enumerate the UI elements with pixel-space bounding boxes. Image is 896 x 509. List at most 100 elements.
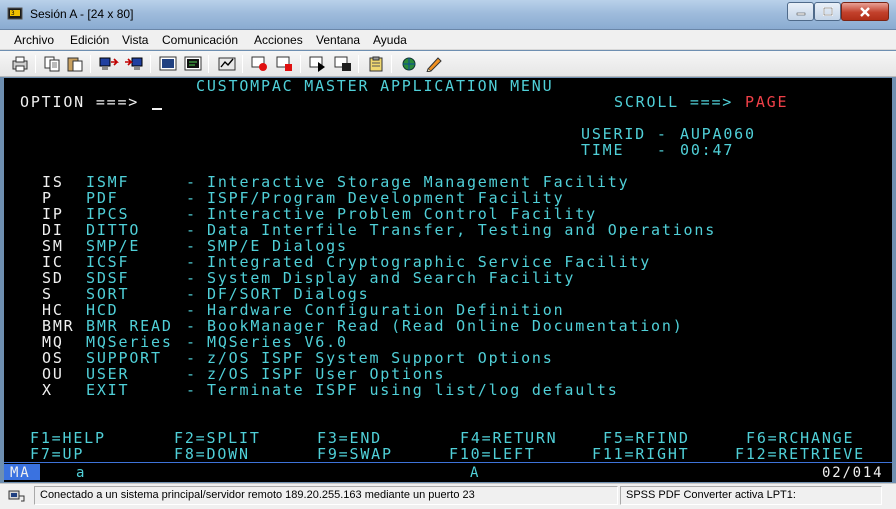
- clipboard-button[interactable]: [365, 54, 387, 74]
- menu-option-code: BMR: [42, 317, 75, 335]
- menu-option-name: SDSF: [86, 269, 130, 287]
- menu-option-separator: -: [186, 349, 197, 367]
- menu-option-description: SMP/E Dialogs: [207, 237, 348, 255]
- menu-option-name: SMP/E: [86, 237, 141, 255]
- menu-option-name: MQSeries: [86, 333, 173, 351]
- menu-option-description: MQSeries V6.0: [207, 333, 348, 351]
- close-button[interactable]: [841, 2, 889, 21]
- connection-icon: [8, 490, 25, 502]
- printer-status: SPSS PDF Converter activa LPT1:: [620, 486, 882, 505]
- menu-option-separator: -: [186, 365, 197, 383]
- menu-option-code: HC: [42, 301, 64, 319]
- menu-option-code: X: [42, 381, 53, 399]
- pf-key[interactable]: F6=RCHANGE: [746, 430, 854, 446]
- menu-edicion[interactable]: Edición: [70, 33, 109, 47]
- scroll-value[interactable]: PAGE: [745, 94, 788, 110]
- pf-key[interactable]: F3=END: [317, 430, 382, 446]
- screen-color-icon: [184, 56, 202, 71]
- menu-option-separator: -: [186, 381, 197, 399]
- menu-option-description: z/OS ISPF System Support Options: [207, 349, 554, 367]
- scroll-label: SCROLL ===>: [614, 93, 734, 111]
- menu-option-name: BMR READ: [86, 317, 173, 335]
- macro-icon: [218, 57, 236, 71]
- stop-macro-icon: [276, 56, 292, 71]
- send-file-button[interactable]: [98, 54, 120, 74]
- menu-option-code: OU: [42, 365, 64, 383]
- menu-archivo[interactable]: Archivo: [14, 33, 54, 47]
- run-button[interactable]: [332, 54, 354, 74]
- keyboard-map-button[interactable]: [423, 54, 445, 74]
- userid-value: AUPA060: [680, 125, 756, 143]
- paste-button[interactable]: [64, 54, 86, 74]
- menu-vista[interactable]: Vista: [122, 33, 148, 47]
- menu-ayuda[interactable]: Ayuda: [373, 33, 407, 47]
- menu-option-code: SM: [42, 237, 64, 255]
- option-input-cursor[interactable]: [152, 108, 162, 110]
- print-button[interactable]: [9, 54, 31, 74]
- status-bar: Conectado a un sistema principal/servido…: [0, 483, 896, 509]
- menu-option-name: ICSF: [86, 253, 130, 271]
- menu-option-separator: -: [186, 205, 197, 223]
- pf-key[interactable]: F12=RETRIEVE: [735, 446, 865, 462]
- terminal-app-icon: 3: [7, 7, 23, 20]
- paste-icon: [67, 57, 83, 72]
- toolbar: [0, 51, 896, 77]
- time-label: TIME -: [581, 141, 668, 159]
- menu-option-code: DI: [42, 221, 64, 239]
- menu-ventana[interactable]: Ventana: [316, 33, 360, 47]
- menu-option-name: DITTO: [86, 221, 141, 239]
- window-title-bar[interactable]: 3 Sesión A - [24 x 80]: [0, 0, 896, 30]
- menu-option-code: IS: [42, 173, 64, 191]
- menu-option-description: Data Interfile Transfer, Testing and Ope…: [207, 221, 717, 239]
- pf-key[interactable]: F1=HELP: [30, 430, 106, 446]
- pf-key[interactable]: F10=LEFT: [449, 446, 536, 462]
- copy-icon: [44, 56, 60, 72]
- menu-option-description: BookManager Read (Read Online Documentat…: [207, 317, 684, 335]
- minimize-button[interactable]: [787, 2, 814, 21]
- pf-key[interactable]: F7=UP: [30, 446, 84, 462]
- menu-option-separator: -: [186, 301, 197, 319]
- pf-key[interactable]: F9=SWAP: [317, 446, 393, 462]
- menu-option-name: USER: [86, 365, 130, 383]
- connection-status: Conectado a un sistema principal/servido…: [34, 486, 618, 505]
- network-button[interactable]: [398, 54, 420, 74]
- macro-button[interactable]: [216, 54, 238, 74]
- time-value: 00:47: [680, 141, 735, 159]
- menu-option-description: DF/SORT Dialogs: [207, 285, 370, 303]
- menu-option-separator: -: [186, 173, 197, 191]
- pf-key[interactable]: F5=RFIND: [603, 430, 690, 446]
- screen-display-button[interactable]: [157, 54, 179, 74]
- pf-key[interactable]: F2=SPLIT: [174, 430, 261, 446]
- receive-file-button[interactable]: [123, 54, 145, 74]
- session-letter: a: [76, 465, 87, 481]
- menu-option-name: SORT: [86, 285, 130, 303]
- operator-info-area: MA a A 02/014: [4, 462, 892, 482]
- menu-option-separator: -: [186, 221, 197, 239]
- terminal-screen[interactable]: CUSTOMPAC MASTER APPLICATION MENU OPTION…: [4, 78, 892, 462]
- menu-acciones[interactable]: Acciones: [254, 33, 303, 47]
- menu-bar: Archivo Edición Vista Comunicación Accio…: [0, 30, 896, 50]
- window-title: Sesión A - [24 x 80]: [30, 7, 134, 21]
- pf-key[interactable]: F8=DOWN: [174, 446, 250, 462]
- menu-option-separator: -: [186, 237, 197, 255]
- play-macro-button[interactable]: [307, 54, 329, 74]
- menu-option-name: ISMF: [86, 173, 130, 191]
- menu-option-separator: -: [186, 333, 197, 351]
- menu-comunicacion[interactable]: Comunicación: [162, 33, 238, 47]
- mode-indicator: A: [470, 465, 481, 481]
- run-icon: [334, 56, 351, 71]
- screen-title: CUSTOMPAC MASTER APPLICATION MENU: [196, 78, 554, 95]
- menu-option-code: OS: [42, 349, 64, 367]
- stop-macro-button[interactable]: [274, 54, 296, 74]
- menu-option-description: System Display and Search Facility: [207, 269, 576, 287]
- pf-key[interactable]: F11=RIGHT: [592, 446, 689, 462]
- record-macro-button[interactable]: [249, 54, 271, 74]
- pf-key[interactable]: F4=RETURN: [460, 430, 557, 446]
- maximize-button[interactable]: [814, 2, 841, 21]
- menu-option-code: IP: [42, 205, 64, 223]
- menu-option-separator: -: [186, 253, 197, 271]
- screen-color-button[interactable]: [182, 54, 204, 74]
- play-macro-icon: [309, 56, 325, 72]
- print-icon: [12, 56, 28, 72]
- copy-button[interactable]: [41, 54, 63, 74]
